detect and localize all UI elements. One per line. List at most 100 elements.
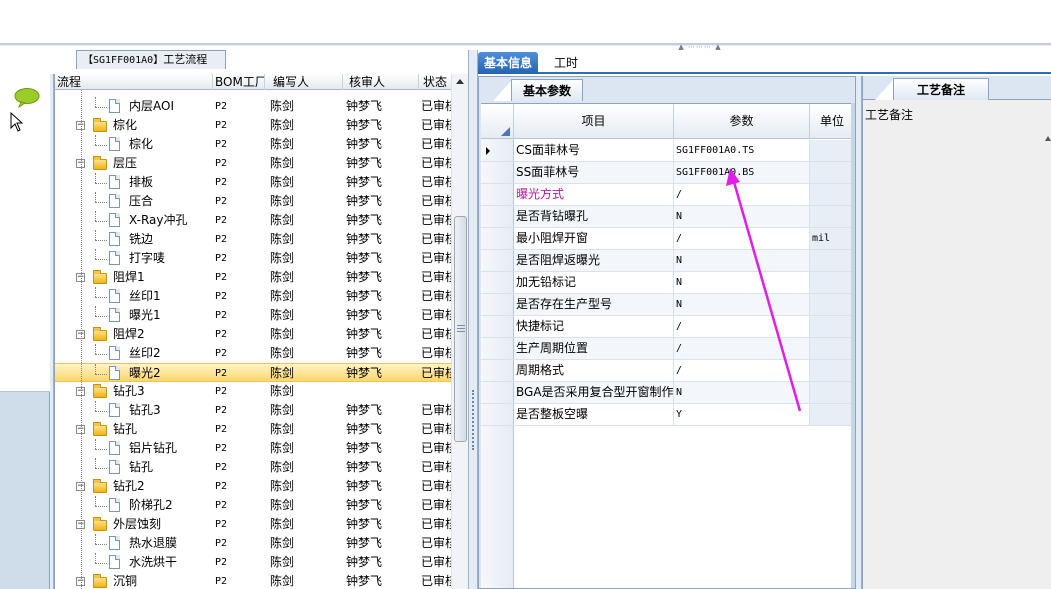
row-indicator[interactable] — [481, 360, 514, 381]
param-value-cell[interactable]: SG1FF001A0.BS — [674, 162, 810, 183]
tree-row[interactable]: − 钻孔2 P2 陈剑 钟梦飞 已审核 — [55, 477, 455, 496]
row-indicator[interactable] — [481, 404, 514, 425]
tree-row[interactable]: 棕化 P2 陈剑 钟梦飞 已审核 — [55, 135, 455, 154]
param-value-cell[interactable]: / — [674, 184, 810, 205]
writer-cell: 陈剑 — [270, 175, 295, 189]
tree-row[interactable]: 丝印2 P2 陈剑 钟梦飞 已审核 — [55, 344, 455, 363]
tree-row[interactable]: − 外层蚀刻 P2 陈剑 钟梦飞 已审核 — [55, 515, 455, 534]
param-value-cell[interactable]: N — [674, 206, 810, 227]
reviewer-cell: 钟梦飞 — [346, 308, 383, 322]
param-value-cell[interactable]: Y — [674, 404, 810, 425]
tree-row[interactable]: − 棕化 P2 陈剑 钟梦飞 已审核 — [55, 116, 455, 135]
param-unit-cell — [810, 184, 855, 205]
tree-row[interactable]: 打字唛 P2 陈剑 钟梦飞 已审核 — [55, 249, 455, 268]
tree-row[interactable]: − 阻焊2 P2 陈剑 钟梦飞 已审核 — [55, 325, 455, 344]
params-row[interactable]: 快捷标记 / — [481, 316, 855, 338]
params-row[interactable]: BGA是否采用复合型开窗制作 N — [481, 382, 855, 404]
tree-row[interactable]: 钻孔3 P2 陈剑 钟梦飞 已审核 — [55, 401, 455, 420]
param-value-cell[interactable]: SG1FF001A0.TS — [674, 140, 810, 161]
col-header-bom[interactable]: BOM工厂 — [213, 74, 265, 90]
row-indicator[interactable] — [481, 228, 514, 249]
tab-basic-params[interactable]: 基本参数 — [511, 79, 583, 101]
tree-row[interactable]: 热水退膜 P2 陈剑 钟梦飞 已审核 — [55, 534, 455, 553]
tree-row[interactable]: X-Ray冲孔 P2 陈剑 钟梦飞 已审核 — [55, 211, 455, 230]
param-value-cell[interactable]: / — [674, 316, 810, 337]
col-header-param[interactable]: 参数 — [674, 104, 810, 139]
params-row[interactable]: 加无铅标记 N — [481, 272, 855, 294]
row-indicator[interactable] — [481, 294, 514, 315]
param-item-cell: CS面菲林号 — [514, 140, 674, 161]
tree-row[interactable]: 铣边 P2 陈剑 钟梦飞 已审核 — [55, 230, 455, 249]
params-row[interactable]: SS面菲林号 SG1FF001A0.BS — [481, 162, 855, 184]
tree-row[interactable]: 铝片钻孔 P2 陈剑 钟梦飞 已审核 — [55, 439, 455, 458]
params-row[interactable]: 曝光方式 / — [481, 184, 855, 206]
tree-row[interactable]: 排板 P2 陈剑 钟梦飞 已审核 — [55, 173, 455, 192]
col-header-status[interactable]: 状态 — [419, 74, 455, 90]
tab-basic-info[interactable]: 基本信息 — [478, 52, 539, 74]
col-header-process[interactable]: 流程 — [55, 74, 213, 90]
writer-cell: 陈剑 — [270, 270, 295, 284]
tree-row[interactable]: 内层AOI P2 陈剑 钟梦飞 已审核 — [55, 97, 455, 116]
row-indicator[interactable] — [481, 316, 514, 337]
tree-node-label: 阻焊2 — [113, 327, 145, 341]
row-indicator[interactable] — [481, 382, 514, 403]
tree-row[interactable]: 丝印1 P2 陈剑 钟梦飞 已审核 — [55, 287, 455, 306]
tree-node-label: 棕化 — [129, 137, 154, 151]
col-header-writer[interactable]: 编写人 — [265, 74, 343, 90]
row-indicator[interactable] — [481, 206, 514, 227]
tree-scrollbar[interactable] — [451, 74, 468, 589]
tree-row[interactable]: − 阻焊1 P2 陈剑 钟梦飞 已审核 — [55, 268, 455, 287]
param-value-cell[interactable]: / — [674, 360, 810, 381]
row-indicator[interactable] — [481, 140, 514, 161]
param-unit-cell — [810, 294, 855, 315]
tree-row[interactable]: 曝光1 P2 陈剑 钟梦飞 已审核 — [55, 306, 455, 325]
writer-cell: 陈剑 — [270, 517, 295, 531]
status-cell: 已审核 — [421, 460, 455, 474]
tree-scroll-thumb[interactable] — [454, 216, 467, 442]
tree-row[interactable]: − 沉铜 P2 陈剑 钟梦飞 已审核 — [55, 572, 455, 589]
chat-bubble-icon[interactable] — [14, 88, 40, 109]
middle-splitter[interactable] — [468, 50, 478, 589]
col-header-item[interactable]: 项目 — [514, 104, 674, 139]
tree-row[interactable]: 阶梯孔2 P2 陈剑 钟梦飞 已审核 — [55, 496, 455, 515]
scroll-up-icon[interactable] — [452, 74, 468, 90]
tab-work-hours[interactable]: 工时 — [548, 52, 584, 74]
params-row[interactable]: 最小阻焊开窗 / mil — [481, 228, 855, 250]
tree-row[interactable]: 曝光2 P2 陈剑 钟梦飞 已审核 — [55, 363, 455, 382]
col-header-unit[interactable]: 单位 — [810, 104, 855, 139]
param-value-cell[interactable]: N — [674, 250, 810, 271]
reviewer-cell: 钟梦飞 — [346, 289, 383, 303]
tree-row[interactable]: 压合 P2 陈剑 钟梦飞 已审核 — [55, 192, 455, 211]
tab-process-notes[interactable]: 工艺备注 — [893, 78, 989, 100]
tree-row[interactable]: 水洗烘干 P2 陈剑 钟梦飞 已审核 — [55, 553, 455, 572]
params-row[interactable]: 是否整板空曝 Y — [481, 404, 855, 426]
row-indicator[interactable] — [481, 338, 514, 359]
row-indicator[interactable] — [481, 162, 514, 183]
tree-row[interactable]: 钻孔 P2 陈剑 钟梦飞 已审核 — [55, 458, 455, 477]
scroll-up-icon[interactable] — [1045, 136, 1051, 141]
param-value-cell[interactable]: N — [674, 272, 810, 293]
reviewer-cell: 钟梦飞 — [346, 232, 383, 246]
params-row[interactable]: 是否存在生产型号 N — [481, 294, 855, 316]
status-cell: 已审核 — [421, 289, 455, 303]
params-row[interactable]: CS面菲林号 SG1FF001A0.TS — [481, 140, 855, 162]
reviewer-cell: 钟梦飞 — [346, 156, 383, 170]
grid-corner-icon[interactable] — [481, 104, 514, 139]
row-indicator[interactable] — [481, 250, 514, 271]
col-header-reviewer[interactable]: 核审人 — [343, 74, 419, 90]
param-value-cell[interactable]: / — [674, 228, 810, 249]
tree-row[interactable]: − 层压 P2 陈剑 钟梦飞 已审核 — [55, 154, 455, 173]
param-value-cell[interactable]: / — [674, 338, 810, 359]
row-indicator[interactable] — [481, 272, 514, 293]
document-icon — [109, 175, 120, 189]
tree-row[interactable]: − 钻孔 P2 陈剑 钟梦飞 已审核 — [55, 420, 455, 439]
params-row[interactable]: 周期格式 / — [481, 360, 855, 382]
params-row[interactable]: 是否阻焊返曝光 N — [481, 250, 855, 272]
bom-cell: P2 — [215, 139, 228, 150]
params-row[interactable]: 生产周期位置 / — [481, 338, 855, 360]
param-value-cell[interactable]: N — [674, 294, 810, 315]
param-value-cell[interactable]: N — [674, 382, 810, 403]
params-row[interactable]: 是否背钻曝孔 N — [481, 206, 855, 228]
row-indicator[interactable] — [481, 184, 514, 205]
tree-row[interactable]: − 钻孔3 P2 陈剑 — [55, 382, 455, 401]
